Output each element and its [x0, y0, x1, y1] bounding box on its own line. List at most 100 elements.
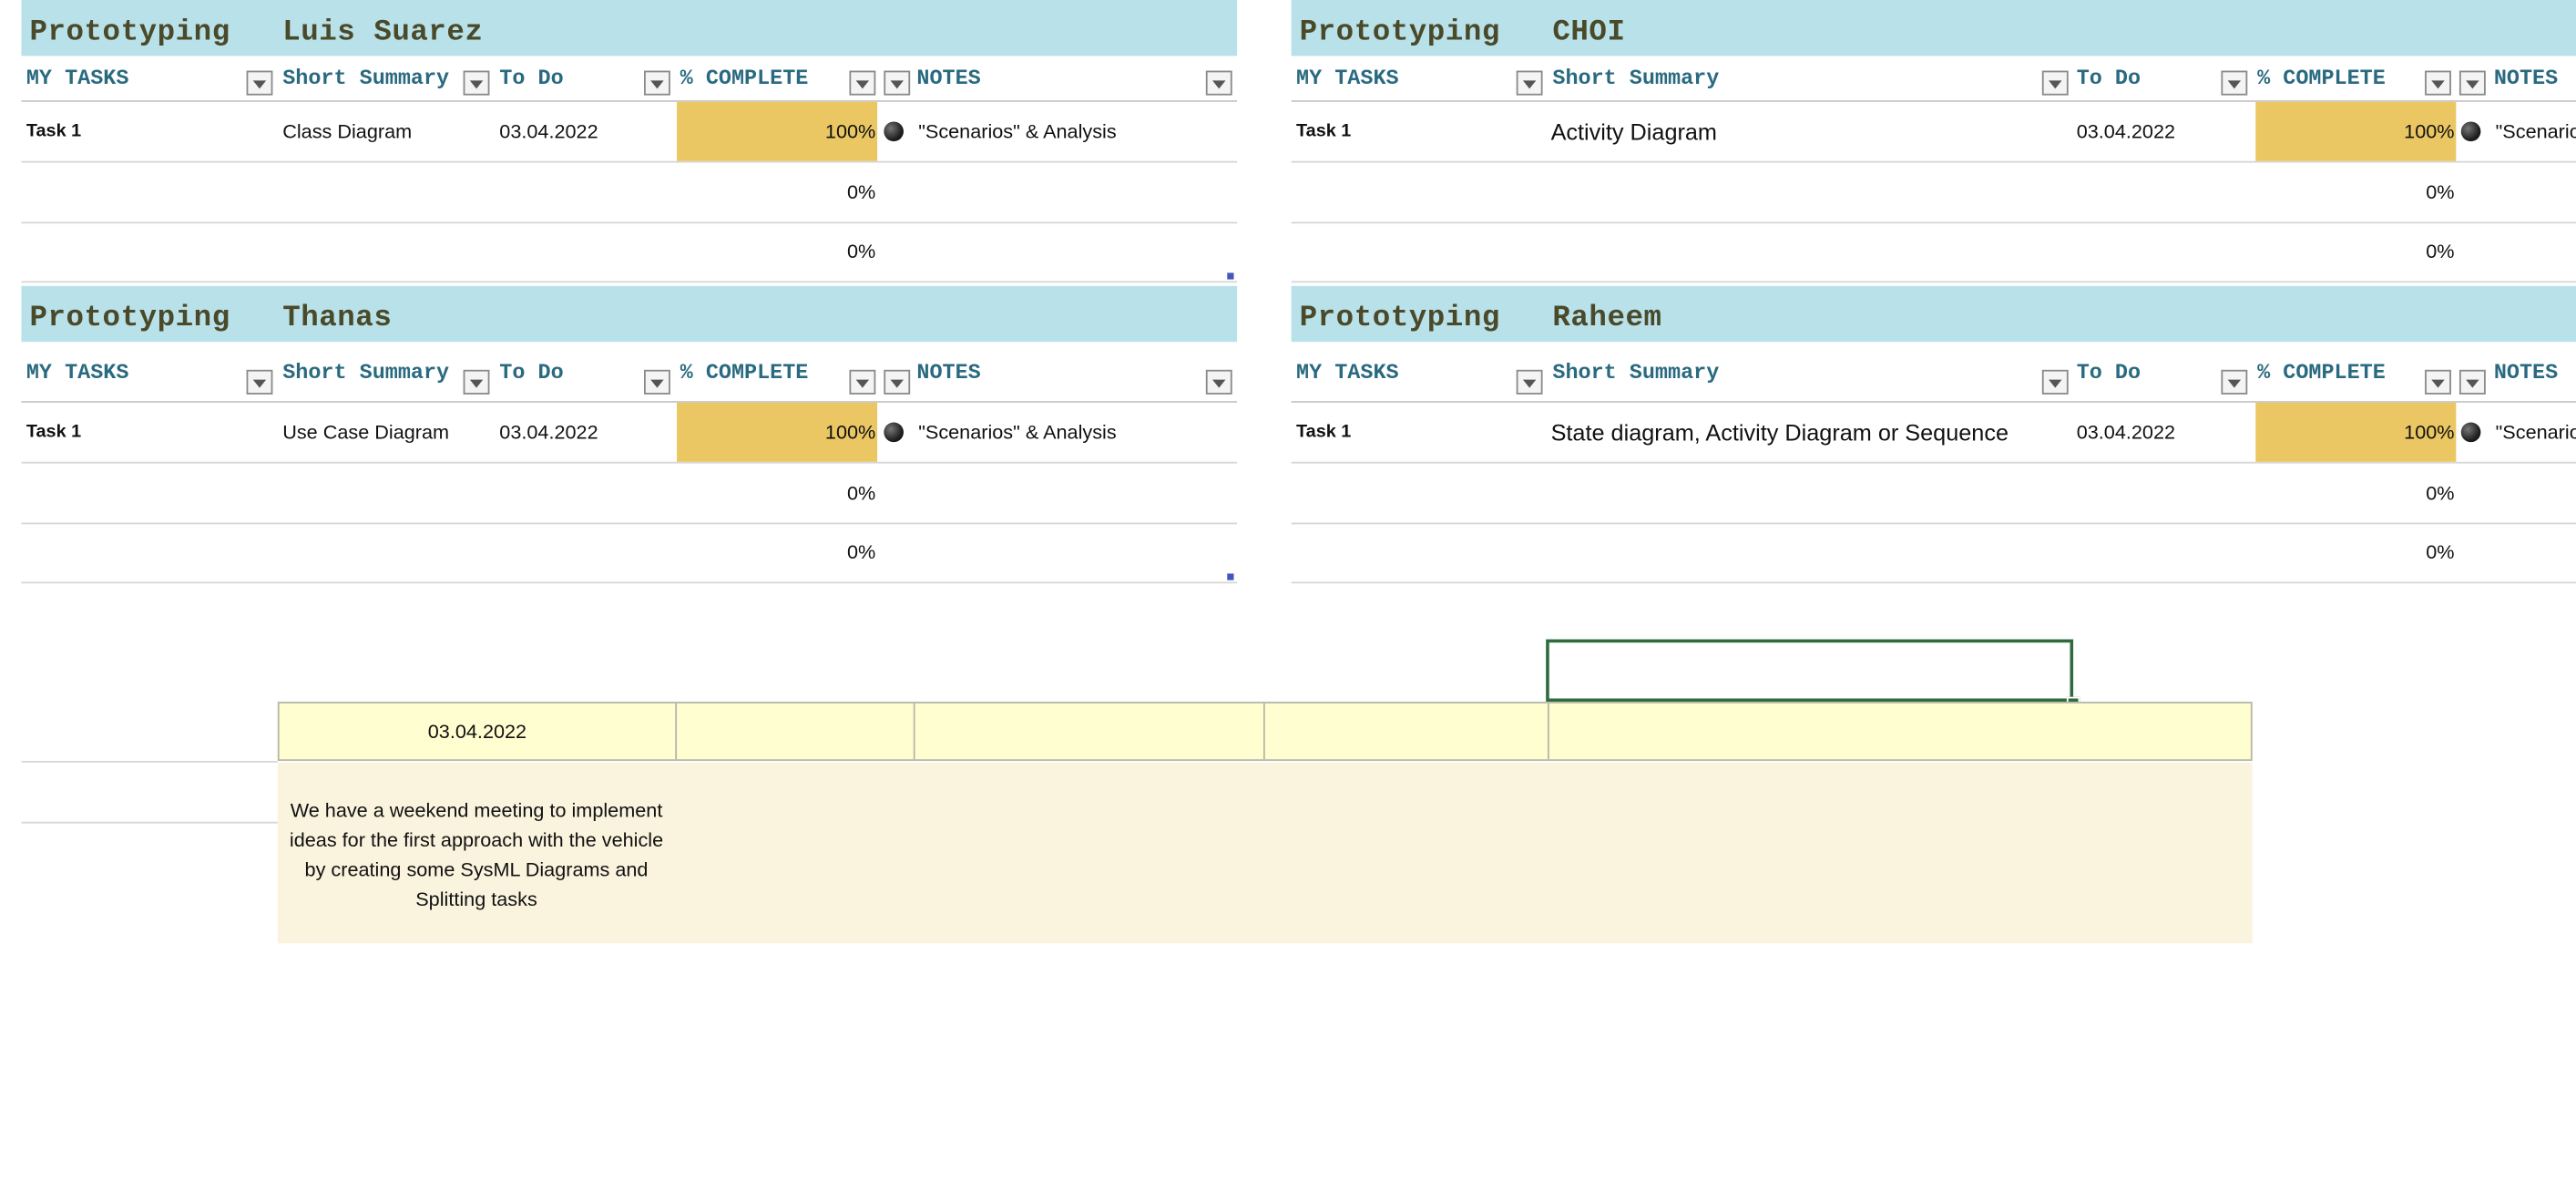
- percent-complete-cell[interactable]: 100%: [2255, 402, 2457, 462]
- date-cell[interactable]: 03.04.2022: [499, 102, 671, 161]
- header-to-do: To Do: [499, 66, 564, 91]
- task-board-luis-suarez: Prototyping Luis Suarez MY TASKS Short S…: [21, 0, 1238, 283]
- filter-dropdown-icon[interactable]: [1205, 369, 1232, 395]
- notes-cell[interactable]: "Scenario: [2496, 403, 2576, 462]
- percent-complete-cell[interactable]: 0%: [677, 163, 875, 222]
- header-my-tasks: MY TASKS: [1296, 66, 1399, 91]
- task-cell[interactable]: Task 1: [26, 102, 273, 161]
- date-cell[interactable]: 03.04.2022: [2077, 102, 2249, 161]
- table-row: 0%: [1291, 221, 2576, 283]
- filter-dropdown-icon[interactable]: [463, 369, 490, 395]
- date-cell[interactable]: 03.04.2022: [2077, 403, 2249, 462]
- filter-dropdown-icon[interactable]: [2041, 369, 2069, 395]
- table-resize-handle[interactable]: [1227, 573, 1234, 580]
- table-row: Task 1 Use Case Diagram 03.04.2022 100% …: [21, 402, 1238, 464]
- table-header-row: MY TASKS Short Summary To Do % COMPLETE …: [1291, 342, 2576, 403]
- table-header-row: MY TASKS Short Summary To Do % COMPLETE …: [21, 342, 1238, 403]
- task-cell[interactable]: Task 1: [1296, 403, 1543, 462]
- task-board-raheem: Prototyping Raheem MY TASKS Short Summar…: [1291, 285, 2576, 584]
- board-phase: Prototyping: [1299, 302, 1500, 335]
- header-notes: NOTES: [916, 359, 981, 385]
- notes-cell[interactable]: "Scenarios: [2496, 102, 2576, 161]
- percent-complete-cell[interactable]: 0%: [2255, 464, 2454, 523]
- task-board-choi: Prototyping CHOI MY TASKS Short Summary …: [1291, 0, 2576, 283]
- filter-dropdown-icon[interactable]: [246, 70, 273, 96]
- filter-dropdown-icon[interactable]: [643, 70, 670, 96]
- percent-complete-cell[interactable]: 100%: [2255, 101, 2457, 161]
- header-notes: NOTES: [2493, 66, 2559, 91]
- filter-dropdown-icon[interactable]: [2041, 70, 2069, 96]
- filter-dropdown-icon[interactable]: [849, 70, 876, 96]
- percent-complete-cell[interactable]: 0%: [2255, 163, 2454, 222]
- filter-dropdown-icon[interactable]: [884, 369, 911, 395]
- date-cell[interactable]: 03.04.2022: [499, 403, 671, 462]
- percent-complete-cell[interactable]: 0%: [2255, 523, 2454, 582]
- header-to-do: To Do: [2076, 359, 2142, 385]
- summary-cell[interactable]: Class Diagram: [282, 102, 493, 161]
- filter-dropdown-icon[interactable]: [849, 369, 876, 395]
- header-notes: NOTES: [2493, 359, 2559, 385]
- percent-complete-cell[interactable]: 100%: [677, 402, 878, 462]
- selected-cell[interactable]: [1546, 639, 2074, 703]
- table-resize-handle[interactable]: [1227, 272, 1234, 280]
- summary-cell[interactable]: Use Case Diagram: [282, 403, 493, 462]
- percent-complete-cell[interactable]: 0%: [677, 523, 875, 582]
- table-row: 0%: [1291, 523, 2576, 584]
- filter-dropdown-icon[interactable]: [2458, 70, 2486, 96]
- task-cell[interactable]: Task 1: [1296, 102, 1543, 161]
- status-dot-icon: [884, 121, 904, 142]
- filter-dropdown-icon[interactable]: [246, 369, 273, 395]
- header-to-do: To Do: [499, 359, 564, 385]
- header-short-summary: Short Summary: [282, 359, 450, 385]
- status-dot-icon: [2460, 121, 2481, 142]
- filter-dropdown-icon[interactable]: [1205, 70, 1232, 96]
- meeting-notes-text[interactable]: We have a weekend meeting to implement i…: [278, 796, 675, 914]
- table-row: 0%: [1291, 464, 2576, 525]
- header-complete: % COMPLETE: [680, 66, 809, 91]
- percent-complete-cell[interactable]: 100%: [677, 101, 878, 161]
- header-my-tasks: MY TASKS: [26, 66, 129, 91]
- board-owner-name[interactable]: Luis Suarez: [282, 16, 483, 49]
- filter-dropdown-icon[interactable]: [463, 70, 490, 96]
- filter-dropdown-icon[interactable]: [1516, 70, 1543, 96]
- filter-dropdown-icon[interactable]: [1516, 369, 1543, 395]
- task-cell[interactable]: Task 1: [26, 403, 273, 462]
- filter-dropdown-icon[interactable]: [2221, 70, 2248, 96]
- meeting-notes-area: We have a weekend meeting to implement i…: [277, 762, 2253, 944]
- board-phase: Prototyping: [1299, 16, 1500, 50]
- gridline: [21, 761, 278, 763]
- spreadsheet-sheet: Prototyping Luis Suarez MY TASKS Short S…: [0, 0, 2576, 1201]
- filter-dropdown-icon[interactable]: [2425, 70, 2451, 96]
- table-header-row: MY TASKS Short Summary To Do % COMPLETE …: [21, 56, 1238, 102]
- filter-dropdown-icon[interactable]: [884, 70, 911, 96]
- board-owner-name[interactable]: Raheem: [1552, 303, 1661, 335]
- board-phase: Prototyping: [29, 302, 230, 335]
- header-short-summary: Short Summary: [1552, 359, 1720, 385]
- summary-cell[interactable]: Activity Diagram: [1551, 102, 2060, 161]
- percent-complete-cell[interactable]: 0%: [2255, 221, 2454, 281]
- summary-cell[interactable]: State diagram, Activity Diagram or Seque…: [1551, 403, 2069, 462]
- board-owner-name[interactable]: CHOI: [1552, 16, 1625, 49]
- header-my-tasks: MY TASKS: [26, 359, 129, 385]
- table-row: Task 1 Activity Diagram 03.04.2022 100% …: [1291, 101, 2576, 163]
- board-owner-name[interactable]: Thanas: [282, 303, 392, 335]
- schedule-date-cell[interactable]: 03.04.2022: [280, 703, 676, 759]
- header-my-tasks: MY TASKS: [1296, 359, 1399, 385]
- table-row: 0%: [21, 523, 1238, 584]
- percent-complete-cell[interactable]: 0%: [677, 221, 875, 281]
- header-to-do: To Do: [2076, 66, 2142, 91]
- table-row: 0%: [21, 464, 1238, 525]
- filter-dropdown-icon[interactable]: [2425, 369, 2451, 395]
- percent-complete-cell[interactable]: 0%: [677, 464, 875, 523]
- filter-dropdown-icon[interactable]: [2221, 369, 2248, 395]
- status-dot-icon: [2460, 422, 2481, 443]
- task-board-thanas: Prototyping Thanas MY TASKS Short Summar…: [21, 285, 1238, 584]
- notes-cell[interactable]: "Scenarios" & Analysis: [918, 403, 1231, 462]
- cell-divider: [913, 703, 915, 760]
- filter-dropdown-icon[interactable]: [643, 369, 670, 395]
- cell-divider: [1262, 703, 1265, 760]
- notes-cell[interactable]: "Scenarios" & Analysis: [918, 102, 1231, 161]
- table-row: 0%: [1291, 163, 2576, 224]
- board-phase: Prototyping: [29, 16, 230, 50]
- filter-dropdown-icon[interactable]: [2458, 369, 2486, 395]
